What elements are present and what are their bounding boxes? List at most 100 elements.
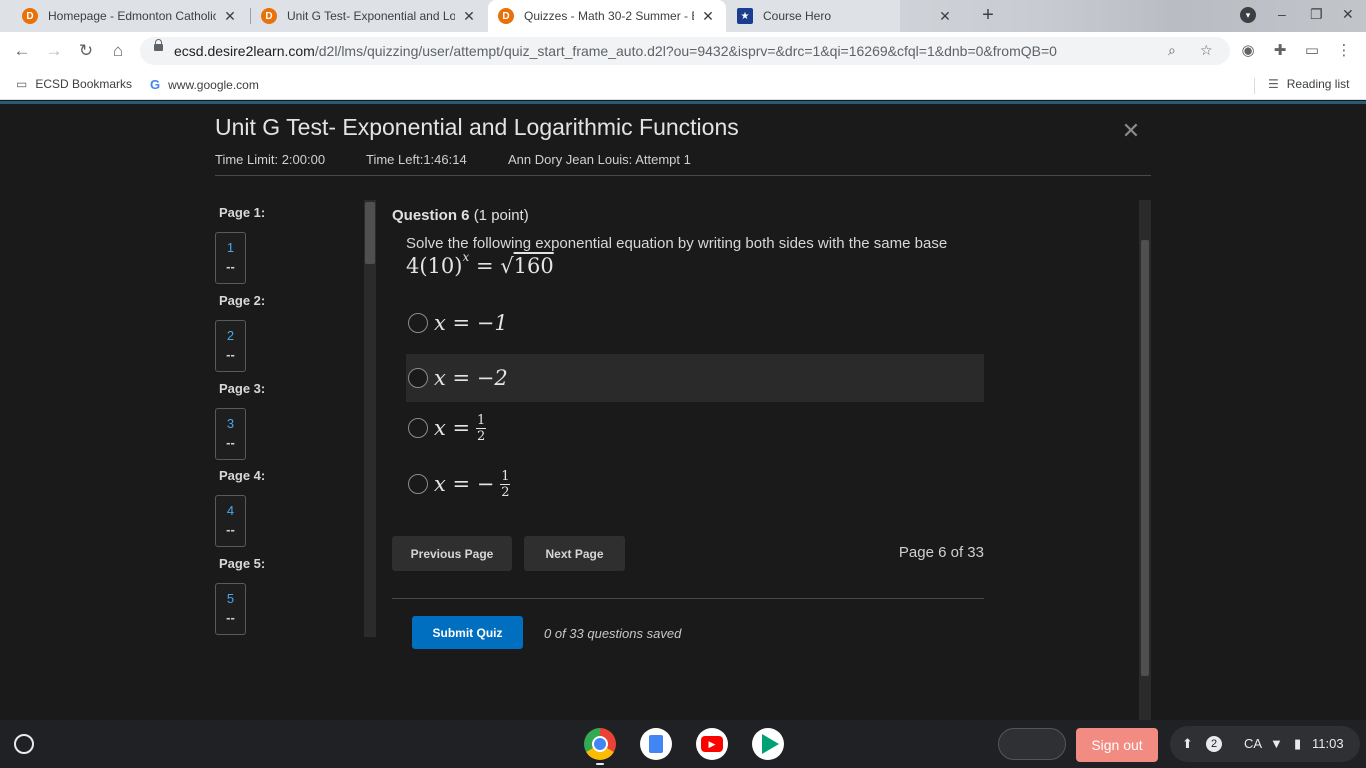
close-tab-icon[interactable]: ✕ — [222, 8, 238, 25]
answer-option-3[interactable]: x = 12 — [406, 404, 984, 452]
page-nav-link[interactable]: 5 — [216, 591, 245, 606]
option-label: x = −2 — [434, 366, 508, 390]
content-scrollbar[interactable] — [1139, 200, 1151, 720]
fraction-numerator: 1 — [501, 468, 510, 484]
page-nav-2[interactable]: 2 -- — [215, 320, 246, 372]
page-counter: Page 6 of 33 — [898, 544, 984, 561]
extensions-puzzle-icon[interactable]: ✚ — [1270, 41, 1290, 61]
docs-app-icon[interactable] — [640, 728, 672, 760]
phone-hub-icon[interactable] — [998, 728, 1066, 760]
close-tab-icon[interactable]: ✕ — [937, 8, 953, 25]
reading-list-button[interactable]: ☰ Reading list — [1268, 77, 1349, 91]
chrome-app-icon[interactable] — [584, 728, 616, 760]
page-nav-link[interactable]: 2 — [216, 328, 245, 343]
page-nav-link[interactable]: 3 — [216, 416, 245, 431]
sidebar-scroll-thumb[interactable] — [365, 202, 375, 264]
google-icon: G — [150, 77, 161, 92]
bookmark-google[interactable]: G www.google.com — [150, 77, 259, 92]
tab-strip: D Homepage - Edmonton Catholic ✕ D Unit … — [0, 0, 1366, 32]
page-nav-5[interactable]: 5 -- — [215, 583, 246, 635]
radio-button[interactable] — [408, 313, 428, 333]
option-text: x = — [434, 416, 471, 440]
cast-icon[interactable]: ▭ — [1302, 41, 1322, 61]
header-divider — [215, 175, 1151, 176]
bookmark-separator — [1254, 78, 1255, 94]
radio-button[interactable] — [408, 418, 428, 438]
browser-tab-quizzes[interactable]: D Quizzes - Math 30-2 Summer - Edmonton … — [488, 0, 726, 32]
browser-tab-homepage[interactable]: D Homepage - Edmonton Catholic ✕ — [12, 0, 248, 32]
tab-title: Quizzes - Math 30-2 Summer - Edmonton — [524, 9, 694, 23]
bookmark-label: www.google.com — [168, 77, 259, 92]
option-text: x = − — [434, 472, 495, 496]
bookmark-ecsd[interactable]: ▭ ECSD Bookmarks — [16, 77, 132, 91]
address-bar[interactable]: ecsd.desire2learn.com/d2l/lms/quizzing/u… — [140, 37, 1230, 65]
close-tab-icon[interactable]: ✕ — [700, 8, 716, 25]
restore-icon[interactable]: ❐ — [1310, 6, 1323, 23]
page-nav-3[interactable]: 3 -- — [215, 408, 246, 460]
play-store-app-icon[interactable] — [752, 728, 784, 760]
radio-button[interactable] — [408, 474, 428, 494]
battery-icon: ▮ — [1294, 736, 1302, 751]
page-nav-1[interactable]: 1 -- — [215, 232, 246, 284]
option-text: x = −2 — [434, 366, 508, 390]
question-heading: Question 6 (1 point) — [392, 207, 529, 224]
youtube-play-icon: ▶ — [701, 736, 723, 752]
equation-equals: = — [475, 254, 494, 278]
launcher-icon[interactable] — [14, 734, 34, 754]
reload-icon[interactable]: ↻ — [76, 41, 96, 61]
close-quiz-icon[interactable]: ✕ — [1120, 120, 1142, 142]
previous-page-button[interactable]: Previous Page — [392, 536, 512, 571]
bookmarks-bar: ▭ ECSD Bookmarks G www.google.com ☰ Read… — [0, 70, 1366, 100]
new-tab-button[interactable]: + — [976, 4, 1000, 28]
d2l-icon: D — [498, 8, 514, 24]
minimize-icon[interactable]: – — [1278, 6, 1286, 22]
reading-list-icon: ☰ — [1268, 77, 1279, 91]
menu-kebab-icon[interactable]: ⋮ — [1334, 41, 1354, 61]
close-window-icon[interactable]: ✕ — [1342, 6, 1354, 23]
answer-option-2[interactable]: x = −2 — [406, 354, 984, 402]
os-shelf: ▶ Sign out ⬆ 2 CA ▼ ▮ 11:03 — [0, 720, 1366, 768]
radio-button[interactable] — [408, 368, 428, 388]
sign-out-button[interactable]: Sign out — [1076, 728, 1158, 762]
wifi-icon: ▼ — [1270, 736, 1283, 751]
page-nav-4[interactable]: 4 -- — [215, 495, 246, 547]
page-label: Page 3: — [219, 381, 266, 396]
tab-title: Homepage - Edmonton Catholic — [48, 9, 216, 23]
status-tray[interactable]: ⬆ 2 CA ▼ ▮ 11:03 — [1170, 726, 1360, 762]
option-label: x = −1 — [434, 311, 508, 335]
youtube-app-icon[interactable]: ▶ — [696, 728, 728, 760]
fraction: 12 — [500, 468, 511, 499]
url-domain: ecsd.desire2learn.com — [174, 43, 315, 59]
answer-option-4[interactable]: x = − 12 — [406, 460, 984, 508]
home-icon[interactable]: ⌂ — [108, 41, 128, 61]
active-app-indicator — [596, 763, 604, 765]
quiz-title: Unit G Test- Exponential and Logarithmic… — [215, 114, 739, 140]
url-text[interactable]: ecsd.desire2learn.com/d2l/lms/quizzing/u… — [174, 43, 1057, 59]
tab-title: Course Hero — [763, 9, 832, 23]
fraction-numerator: 1 — [476, 412, 486, 428]
page-label: Page 5: — [219, 556, 266, 571]
zoom-icon[interactable]: ⌕ — [1168, 42, 1176, 59]
close-tab-icon[interactable]: ✕ — [461, 8, 477, 25]
page-status: -- — [226, 610, 235, 625]
answer-option-1[interactable]: x = −1 — [406, 299, 984, 347]
page-nav-link[interactable]: 1 — [216, 240, 245, 255]
page-nav-link[interactable]: 4 — [216, 503, 245, 518]
tab-search-icon[interactable]: ▾ — [1240, 7, 1256, 23]
browser-tab-unit-g-test[interactable]: D Unit G Test- Exponential and Logarithm… — [251, 0, 487, 32]
browser-tab-course-hero[interactable]: ★ Course Hero ✕ — [727, 0, 963, 32]
lock-icon — [154, 39, 163, 51]
content-scroll-thumb[interactable] — [1141, 240, 1149, 676]
url-path: /d2l/lms/quizzing/user/attempt/quiz_star… — [314, 43, 1057, 59]
fraction-denominator: 2 — [476, 428, 486, 444]
sidebar-scrollbar[interactable] — [364, 200, 376, 637]
back-icon[interactable]: ← — [12, 41, 32, 61]
submit-quiz-button[interactable]: Submit Quiz — [412, 616, 523, 649]
extension-incognito-icon[interactable]: ◉ — [1238, 41, 1258, 61]
forward-icon[interactable]: → — [44, 41, 64, 61]
next-page-button[interactable]: Next Page — [524, 536, 625, 571]
coursehero-icon: ★ — [737, 8, 753, 24]
option-text: x = −1 — [434, 311, 508, 335]
folder-icon: ▭ — [16, 77, 28, 91]
bookmark-star-icon[interactable]: ☆ — [1200, 42, 1213, 59]
